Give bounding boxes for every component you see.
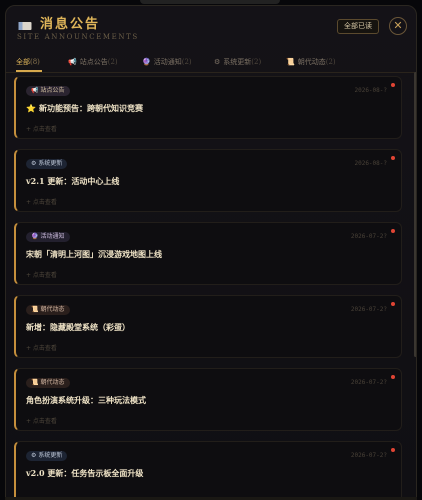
gear-icon: ⚙ [214, 58, 221, 66]
scroll-icon: 📜 [31, 379, 39, 386]
view-more-link[interactable]: + 点击查看 [26, 416, 57, 425]
announcement-card[interactable]: ⚙ 系统更新 2026-07-2? v2.0 更新：任务告示板全面升级 [14, 441, 402, 499]
window-notch [140, 0, 280, 4]
category-tabs: 全部(8) 📢 站点公告(2) 🔮 活动通知(2) ⚙ 系统更新(2) 📜 朝代动态(2… [6, 56, 416, 73]
scroll-icon: 📜 [31, 306, 39, 313]
star-icon: ⭐ [26, 104, 36, 113]
announcements-panel: 消息公告 SITE ANNOUNCEMENTS 全部已读 ✕ 全部(8) 📢 站点… [5, 5, 417, 500]
announcement-card[interactable]: ⚙ 系统更新 2026-08-? v2.1 更新：活动中心上线 + 点击查看 [14, 149, 402, 212]
page-subtitle: SITE ANNOUNCEMENTS [17, 33, 139, 41]
unread-dot [391, 83, 395, 87]
gear-icon: ⚙ [31, 452, 37, 459]
unread-dot [391, 302, 395, 306]
card-date: 2026-08-? [354, 87, 387, 94]
category-badge: 🔮 活动通知 [26, 232, 70, 242]
unread-dot [391, 229, 395, 233]
announcement-card[interactable]: 📜 朝代动态 2026-07-2? 新增：隐藏殿堂系统（彩蛋） + 点击查看 [14, 295, 402, 358]
card-title: 宋朝「清明上河图」沉浸游戏地图上线 [26, 249, 162, 259]
tab-all[interactable]: 全部(8) [16, 56, 42, 72]
unread-dot [391, 156, 395, 160]
view-more-link[interactable]: + 点击查看 [26, 270, 57, 279]
announcement-card[interactable]: 📜 朝代动态 2026-07-2? 角色扮演系统升级：三种玩法模式 + 点击查看 [14, 368, 402, 431]
megaphone-icon: 📢 [68, 58, 77, 66]
card-title: v2.0 更新：任务告示板全面升级 [26, 468, 144, 478]
card-title: v2.1 更新：活动中心上线 [26, 176, 120, 186]
announcement-card[interactable]: 📢 站点公告 2026-08-? ⭐ 新功能预告：跨朝代知识竞赛 + 点击查看 [14, 76, 402, 139]
category-badge: 📜 朝代动态 [26, 305, 70, 315]
envelope-icon [18, 22, 32, 30]
view-more-link[interactable]: + 点击查看 [26, 124, 57, 133]
unread-dot [391, 375, 395, 379]
card-date: 2026-07-2? [350, 306, 387, 313]
unread-dot [391, 448, 395, 452]
card-title: ⭐ 新功能预告：跨朝代知识竞赛 [26, 103, 143, 113]
card-date: 2026-07-2? [350, 233, 387, 240]
view-more-link[interactable]: + 点击查看 [26, 197, 57, 206]
card-date: 2026-07-2? [350, 452, 387, 459]
card-date: 2026-07-2? [350, 379, 387, 386]
tab-dynasty-news[interactable]: 📜 朝代动态(2) [286, 56, 336, 72]
tab-event-notices[interactable]: 🔮 活动通知(2) [142, 56, 192, 72]
mark-all-read-button[interactable]: 全部已读 [337, 19, 379, 34]
panel-header: 消息公告 SITE ANNOUNCEMENTS 全部已读 ✕ [6, 6, 416, 56]
announcement-card[interactable]: 🔮 活动通知 2026-07-2? 宋朝「清明上河图」沉浸游戏地图上线 + 点击查… [14, 222, 402, 285]
crystal-ball-icon: 🔮 [31, 233, 39, 240]
card-title: 角色扮演系统升级：三种玩法模式 [26, 395, 146, 405]
card-title: 新增：隐藏殿堂系统（彩蛋） [26, 322, 130, 332]
view-more-link[interactable]: + 点击查看 [26, 343, 57, 352]
crystal-ball-icon: 🔮 [142, 58, 151, 66]
gear-icon: ⚙ [31, 160, 37, 167]
category-badge: ⚙ 系统更新 [26, 159, 68, 169]
category-badge: 📢 站点公告 [26, 86, 70, 96]
tab-site-announcements[interactable]: 📢 站点公告(2) [68, 56, 118, 72]
scrollbar[interactable] [414, 72, 416, 357]
megaphone-icon: 📢 [31, 87, 39, 94]
close-button[interactable]: ✕ [389, 17, 407, 35]
scroll-icon: 📜 [286, 58, 295, 66]
category-badge: 📜 朝代动态 [26, 378, 70, 388]
announcement-list: 📢 站点公告 2026-08-? ⭐ 新功能预告：跨朝代知识竞赛 + 点击查看 ⚙ 系… [6, 72, 416, 499]
page-title: 消息公告 [40, 17, 101, 32]
category-badge: ⚙ 系统更新 [26, 451, 68, 461]
card-date: 2026-08-? [354, 160, 387, 167]
tab-system-updates[interactable]: ⚙ 系统更新(2) [214, 56, 261, 72]
